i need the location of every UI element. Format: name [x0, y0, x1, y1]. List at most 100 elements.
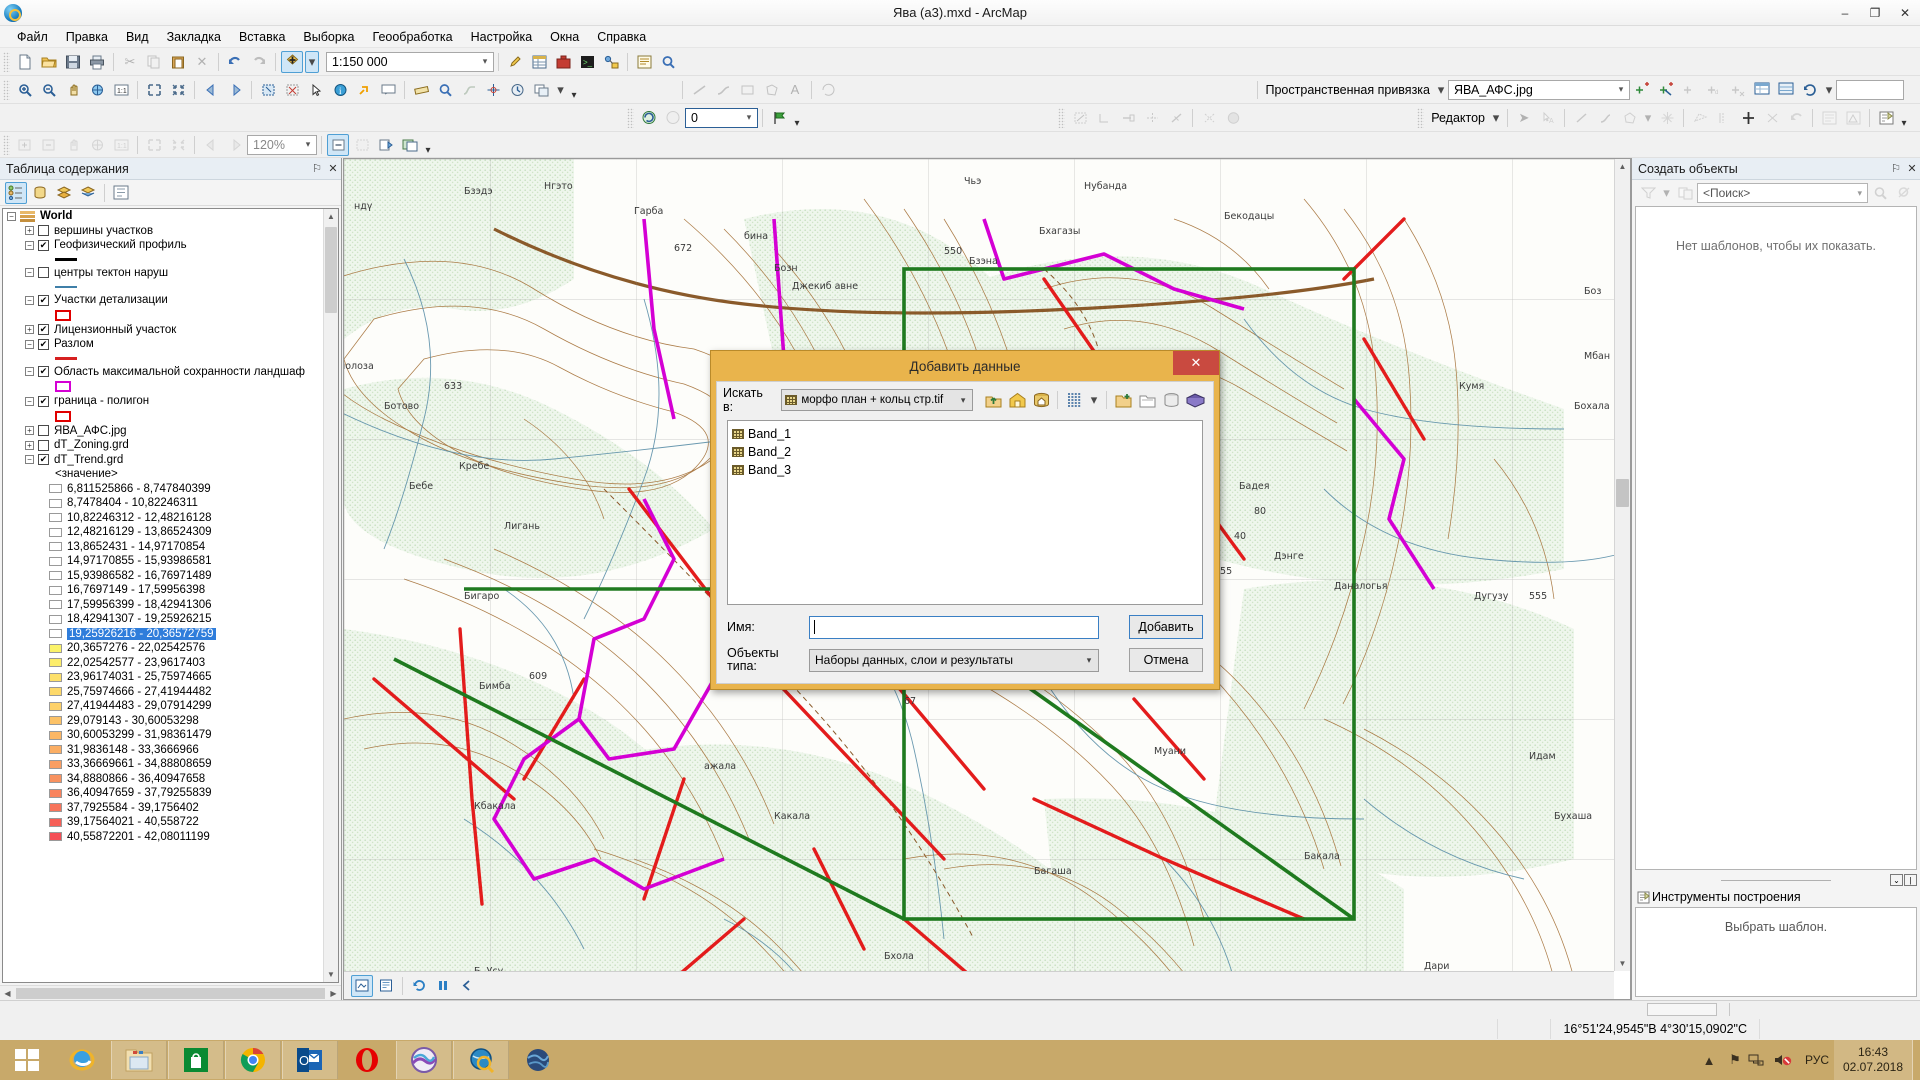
toc-layer-0[interactable]: +вершины участков	[3, 224, 323, 239]
menu-geoprocessing[interactable]: Геообработка	[364, 28, 462, 46]
hyperlink-icon[interactable]	[353, 79, 375, 101]
delete-link-icon[interactable]: d	[1703, 79, 1725, 101]
construction-tools-body[interactable]: Выбрать шаблон.	[1635, 907, 1917, 997]
class-color-swatch[interactable]	[49, 586, 62, 595]
list-by-source-icon[interactable]	[29, 182, 51, 204]
trace-icon[interactable]	[1689, 107, 1711, 129]
class-color-swatch[interactable]	[49, 832, 62, 841]
toc-layer-8[interactable]: +ЯВА_АФС.jpg	[3, 424, 323, 439]
toc-layer-9[interactable]: +dT_Zoning.grd	[3, 438, 323, 453]
create-features-splitter[interactable]: ⌄ |	[1632, 873, 1920, 887]
scrollbar-thumb[interactable]	[1616, 479, 1629, 507]
home-folder-icon[interactable]	[1006, 389, 1028, 411]
toolbar-overflow-icon[interactable]: ▾	[568, 79, 580, 101]
chevron-down-icon[interactable]: ▾	[1857, 188, 1867, 199]
edit-annotation-icon[interactable]: A	[1537, 107, 1559, 129]
catalog-window-icon[interactable]	[633, 51, 655, 73]
layout-view-icon[interactable]	[375, 975, 397, 997]
toc-root-world[interactable]: −World	[3, 209, 323, 224]
toc-class-19[interactable]: 33,36669661 - 34,88808659	[3, 757, 323, 772]
scroll-up-icon[interactable]: ▲	[324, 209, 338, 224]
list-by-selection-icon[interactable]	[77, 182, 99, 204]
create-viewer-icon[interactable]	[530, 79, 552, 101]
draw-curve-icon[interactable]	[712, 79, 734, 101]
go-to-xy-icon[interactable]	[482, 79, 504, 101]
collapse-icon[interactable]: ⌄	[1890, 874, 1903, 886]
toc-class-11[interactable]: 20,3657276 - 22,02542576	[3, 641, 323, 656]
undo-icon[interactable]	[224, 51, 246, 73]
file-explorer-icon[interactable]	[111, 1041, 167, 1079]
toc-class-18[interactable]: 31,9836148 - 33,3666966	[3, 743, 323, 758]
flag-icon[interactable]	[768, 107, 790, 129]
delete-icon[interactable]: ✕	[191, 51, 213, 73]
class-color-swatch[interactable]	[49, 760, 62, 769]
map-scale-combo[interactable]: 1:150 000 ▾	[326, 52, 494, 72]
snap-to-endpoint-icon[interactable]	[1117, 107, 1139, 129]
curved-segment-icon[interactable]	[1594, 107, 1616, 129]
toc-class-2[interactable]: 10,82246312 - 12,48216128	[3, 511, 323, 526]
class-color-swatch[interactable]	[49, 803, 62, 812]
class-color-swatch[interactable]	[49, 818, 62, 827]
menu-selection[interactable]: Выборка	[294, 28, 363, 46]
split-tool-icon[interactable]	[1713, 107, 1735, 129]
toolbar-grip[interactable]	[3, 80, 10, 100]
layer-visibility-checkbox[interactable]: ✔	[38, 454, 49, 465]
time-slider-icon[interactable]	[506, 79, 528, 101]
snap-to-intersection-icon[interactable]	[1141, 107, 1163, 129]
snap-to-edge-icon[interactable]	[1069, 107, 1091, 129]
view-link-table-icon[interactable]	[1751, 79, 1773, 101]
toc-class-9[interactable]: 18,42941307 - 19,25926215	[3, 612, 323, 627]
expander-icon[interactable]: −	[25, 367, 34, 376]
expander-icon[interactable]: −	[7, 212, 16, 221]
toc-class-21[interactable]: 36,40947659 - 37,79255839	[3, 786, 323, 801]
chevron-down-icon[interactable]: ▾	[1613, 81, 1629, 99]
outlook-icon[interactable]: O	[282, 1041, 338, 1079]
pause-drawing-icon[interactable]	[432, 975, 454, 997]
arcmap-icon[interactable]	[453, 1041, 509, 1079]
pan-icon[interactable]	[62, 79, 84, 101]
expander-icon[interactable]: −	[25, 397, 34, 406]
menu-windows[interactable]: Окна	[541, 28, 588, 46]
new-document-icon[interactable]	[14, 51, 36, 73]
toc-layer-7[interactable]: −✔граница - полигон	[3, 394, 323, 409]
identify-icon[interactable]: i	[329, 79, 351, 101]
toolbar-overflow-icon[interactable]: ▾	[791, 107, 803, 129]
toolbar-grip[interactable]	[1058, 108, 1065, 128]
close-icon[interactable]: ✕	[1904, 162, 1920, 175]
scroll-right-icon[interactable]: ▶	[326, 989, 341, 998]
layer-visibility-checkbox[interactable]: ✔	[38, 240, 49, 251]
menu-edit[interactable]: Правка	[57, 28, 117, 46]
create-features-template-list[interactable]: Нет шаблонов, чтобы их показать.	[1635, 206, 1917, 870]
toc-class-17[interactable]: 30,60053299 - 31,98361479	[3, 728, 323, 743]
new-folder-icon[interactable]	[1136, 389, 1158, 411]
chevron-down-icon[interactable]: ▾	[741, 109, 757, 127]
toc-layer-4[interactable]: +✔Лицензионный участок	[3, 323, 323, 338]
toc-horizontal-scrollbar[interactable]: ◀ ▶	[0, 985, 341, 1000]
delete-all-links-icon[interactable]	[1727, 79, 1749, 101]
draw-text-icon[interactable]: A	[784, 79, 806, 101]
toggle-draft-mode-icon[interactable]	[327, 134, 349, 156]
edit-vertices-icon[interactable]	[1618, 107, 1640, 129]
layer-visibility-checkbox[interactable]: ✔	[38, 295, 49, 306]
rotation-angle-combo[interactable]: 0 ▾	[685, 108, 758, 128]
go-back-extent-icon[interactable]	[200, 79, 222, 101]
print-icon[interactable]	[86, 51, 108, 73]
options-icon[interactable]	[110, 182, 132, 204]
layout-pan-icon[interactable]	[62, 134, 84, 156]
menu-file[interactable]: Файл	[8, 28, 57, 46]
draw-rect-icon[interactable]	[736, 79, 758, 101]
class-color-swatch[interactable]	[49, 557, 62, 566]
chevron-down-icon[interactable]: ▾	[300, 136, 316, 154]
expander-icon[interactable]: +	[25, 426, 34, 435]
find-icon[interactable]	[434, 79, 456, 101]
layout-zoom-whole-page-icon[interactable]	[143, 134, 165, 156]
layout-forward-icon[interactable]	[224, 134, 246, 156]
class-color-swatch[interactable]	[49, 571, 62, 580]
expander-icon[interactable]: −	[25, 268, 34, 277]
layout-zoom-in-icon[interactable]	[14, 134, 36, 156]
home-database-icon[interactable]	[1030, 389, 1052, 411]
layout-full-extent-icon[interactable]	[86, 134, 108, 156]
menu-customize[interactable]: Настройка	[462, 28, 542, 46]
arccatalog-globe-icon[interactable]	[510, 1041, 566, 1079]
toc-layer-1[interactable]: −✔Геофизический профиль	[3, 238, 323, 253]
